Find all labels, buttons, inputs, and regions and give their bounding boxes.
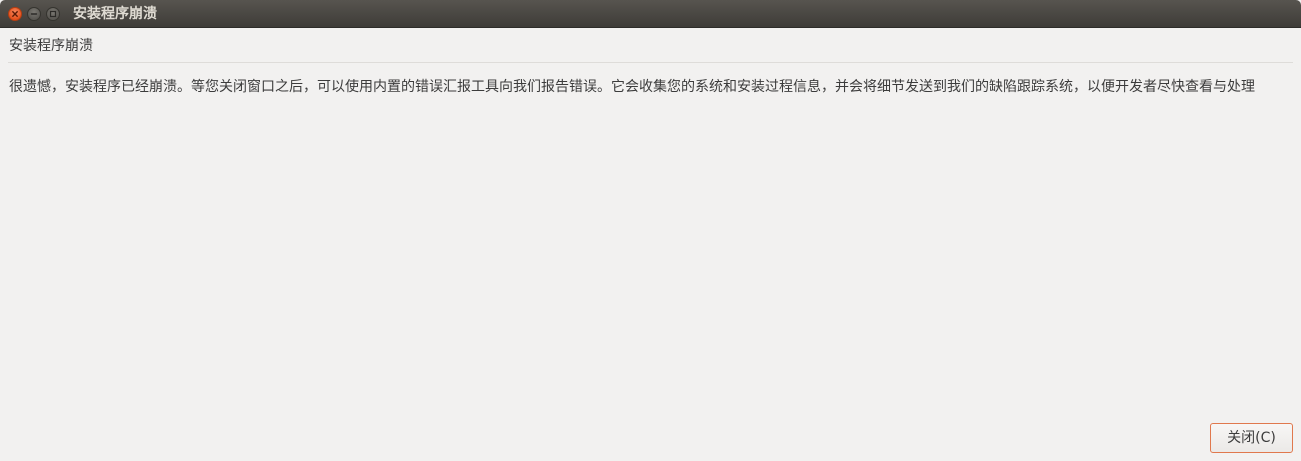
title-bar[interactable]: 安装程序崩溃 — [0, 0, 1301, 28]
crash-dialog-window: 安装程序崩溃 安装程序崩溃 很遗憾，安装程序已经崩溃。等您关闭窗口之后，可以使用… — [0, 0, 1301, 461]
maximize-icon — [49, 10, 57, 18]
window-maximize-button[interactable] — [46, 7, 60, 21]
crash-message: 很遗憾，安装程序已经崩溃。等您关闭窗口之后，可以使用内置的错误汇报工具向我们报告… — [9, 79, 1255, 95]
window-minimize-button[interactable] — [27, 7, 41, 21]
close-icon — [12, 11, 18, 17]
dialog-header: 安装程序崩溃 — [9, 38, 93, 54]
header-separator — [8, 62, 1293, 63]
window-title: 安装程序崩溃 — [73, 6, 157, 22]
window-close-button[interactable] — [8, 7, 22, 21]
minimize-icon — [30, 13, 38, 15]
close-button[interactable]: 关闭(C) — [1210, 423, 1293, 453]
